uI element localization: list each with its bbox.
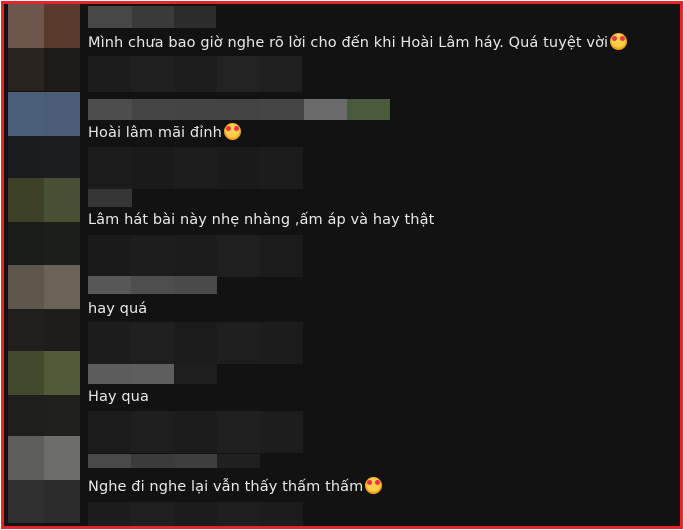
smiling-face-with-hearts-icon bbox=[365, 477, 383, 494]
comment-body: hay quá bbox=[88, 301, 148, 317]
comment-text: Hoài lâm mãi đỉnh bbox=[88, 123, 241, 142]
smiling-face-with-hearts-icon bbox=[610, 33, 628, 50]
comment-item: hay quá bbox=[4, 265, 680, 364]
comment-item: Lâm hát bài này nhẹ nhàng ,ấm áp và hay … bbox=[4, 178, 680, 277]
comment-text: Mình chưa bao giờ nghe rõ lời cho đến kh… bbox=[88, 33, 628, 52]
comment-item: Nghe đi nghe lại vẫn thấy thấm thấm bbox=[4, 436, 680, 526]
avatar[interactable] bbox=[8, 351, 80, 438]
comment-body: Lâm hát bài này nhẹ nhàng ,ấm áp và hay … bbox=[88, 212, 435, 228]
comment-text: Nghe đi nghe lại vẫn thấy thấm thấm bbox=[88, 477, 383, 496]
comment-text: hay quá bbox=[88, 300, 147, 318]
blurred-meta bbox=[88, 502, 303, 526]
avatar[interactable] bbox=[8, 265, 80, 352]
blurred-username bbox=[88, 6, 216, 28]
blurred-username bbox=[88, 454, 260, 468]
comment-text: Lâm hát bài này nhẹ nhàng ,ấm áp và hay … bbox=[88, 211, 434, 229]
screenshot-frame: Mình chưa bao giờ nghe rõ lời cho đến kh… bbox=[1, 1, 683, 529]
avatar[interactable] bbox=[8, 4, 80, 91]
blurred-username bbox=[88, 364, 217, 384]
blurred-meta bbox=[88, 56, 302, 92]
comment-item: Hoài lâm mãi đỉnh bbox=[4, 92, 680, 189]
comment-body: Nghe đi nghe lại vẫn thấy thấm thấm bbox=[88, 479, 364, 495]
blurred-username bbox=[88, 276, 217, 294]
comment-body: Hay qua bbox=[88, 389, 149, 405]
blurred-username bbox=[88, 99, 390, 120]
blurred-username bbox=[88, 189, 132, 207]
comment-body: Hoài lâm mãi đỉnh bbox=[88, 125, 222, 141]
smiling-face-with-hearts-icon bbox=[223, 123, 241, 140]
comment-item: Hay qua bbox=[4, 351, 680, 453]
avatar[interactable] bbox=[8, 436, 80, 523]
avatar[interactable] bbox=[8, 92, 80, 179]
comment-body: Mình chưa bao giờ nghe rõ lời cho đến kh… bbox=[88, 35, 609, 51]
comment-item: Mình chưa bao giờ nghe rõ lời cho đến kh… bbox=[4, 4, 680, 92]
comment-text: Hay qua bbox=[88, 388, 149, 406]
avatar[interactable] bbox=[8, 178, 80, 265]
